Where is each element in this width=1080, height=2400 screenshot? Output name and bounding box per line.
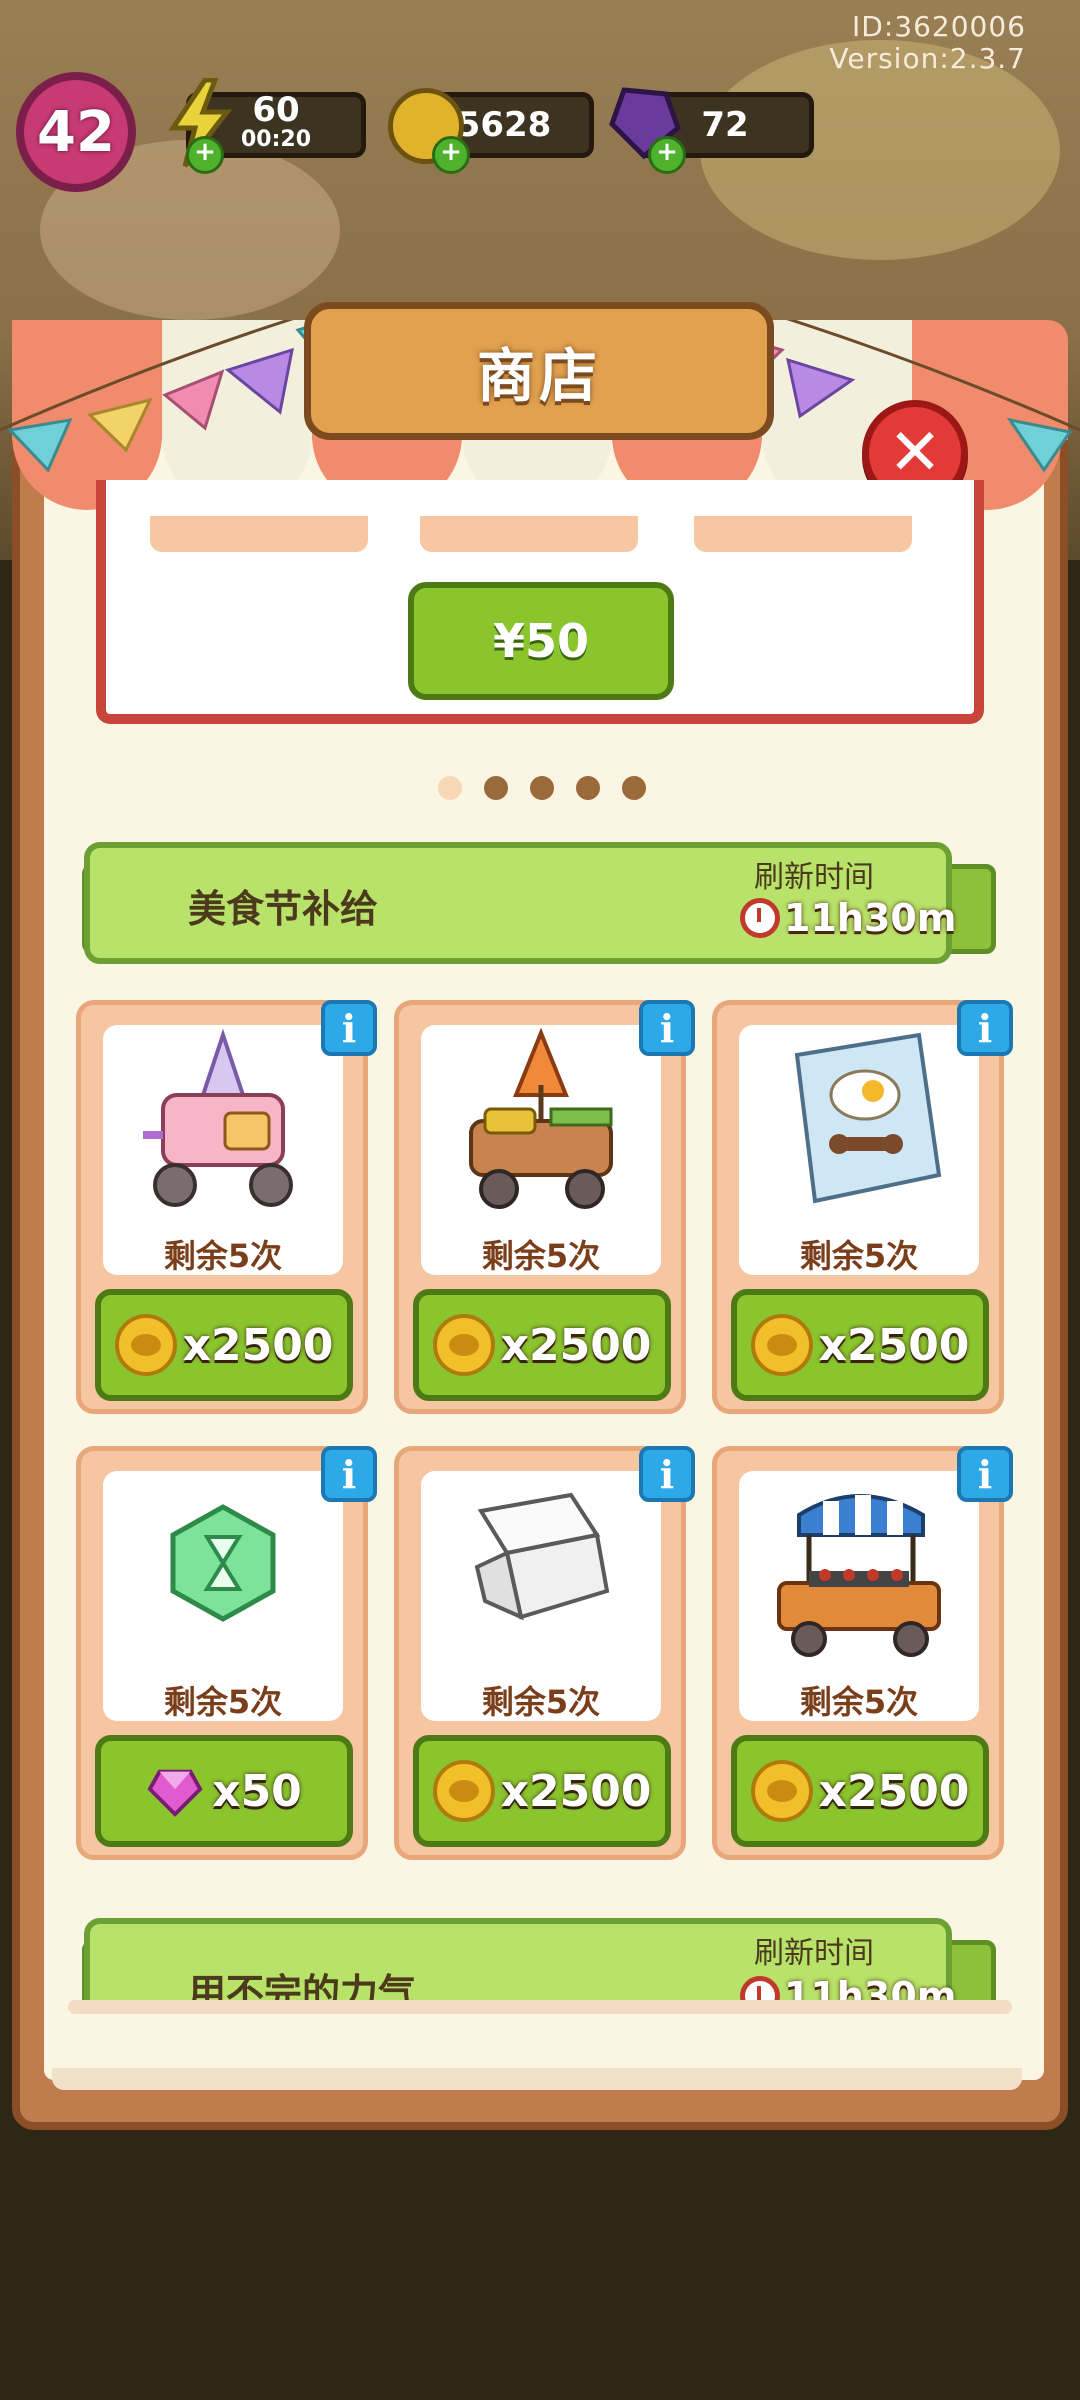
- grill-cart-icon: [469, 1027, 613, 1209]
- panel-bottom-lip: [52, 2068, 1022, 2090]
- buy-button[interactable]: x50: [95, 1735, 353, 1847]
- energy-value: 60: [252, 90, 300, 130]
- price-label: x2500: [182, 1319, 334, 1371]
- remaining-count: 剩余5次: [163, 1237, 283, 1275]
- shop-title: 商店: [476, 342, 601, 410]
- energy-timer: 00:20: [240, 127, 312, 152]
- scroll-edge: [68, 2000, 1012, 2014]
- item-image-frame: 剩余5次: [421, 1025, 661, 1275]
- shop-item-card[interactable]: 剩余5次 i x2500: [712, 1446, 1013, 1860]
- coin-icon: [432, 1760, 495, 1822]
- featured-tab[interactable]: [694, 516, 912, 552]
- pink-gem-icon: [147, 1769, 203, 1817]
- price-label: x2500: [818, 1765, 970, 1817]
- buy-button[interactable]: x2500: [413, 1289, 671, 1401]
- level-badge[interactable]: 42: [16, 72, 136, 192]
- add-energy-button[interactable]: +: [186, 136, 224, 174]
- item-image-frame: 剩余5次: [739, 1025, 979, 1275]
- add-coins-button[interactable]: +: [432, 136, 470, 174]
- ice-cream-cart-icon: [143, 1028, 293, 1207]
- refresh-label: 刷新时间: [754, 1936, 874, 1971]
- carousel-dot[interactable]: [484, 776, 508, 800]
- info-icon[interactable]: i: [957, 1446, 1013, 1502]
- player-id: ID:3620006: [852, 10, 1026, 43]
- bbq-stall-icon: [777, 1494, 941, 1657]
- version-label: Version:2.3.7: [829, 42, 1026, 75]
- recipe-poster-icon: [794, 1032, 942, 1204]
- shop-item-card[interactable]: 剩余5次 i x50: [76, 1446, 377, 1860]
- carousel-dot[interactable]: [438, 776, 462, 800]
- buy-button[interactable]: x2500: [413, 1735, 671, 1847]
- carousel-dot[interactable]: [530, 776, 554, 800]
- remaining-count: 剩余5次: [799, 1237, 919, 1275]
- coin-icon: [432, 1314, 495, 1376]
- shop-item-card[interactable]: 剩余5次 i x2500: [712, 1000, 1013, 1414]
- takeout-box-icon: [474, 1492, 610, 1621]
- coin-icon: [750, 1760, 813, 1822]
- add-gems-button[interactable]: +: [648, 136, 686, 174]
- coin-icon: [114, 1314, 177, 1376]
- refresh-timer: 11h30m: [740, 896, 956, 940]
- section-title: 美食节补给: [188, 887, 379, 931]
- price-label: x2500: [818, 1319, 970, 1371]
- refresh-label: 刷新时间: [754, 860, 874, 895]
- buy-button[interactable]: x2500: [95, 1289, 353, 1401]
- featured-buy-button[interactable]: ¥50: [408, 582, 674, 700]
- shop-item-card[interactable]: 剩余5次 i x2500: [394, 1446, 695, 1860]
- info-icon[interactable]: i: [957, 1000, 1013, 1056]
- remaining-count: 剩余5次: [799, 1683, 919, 1721]
- price-label: x2500: [500, 1319, 652, 1371]
- featured-tab[interactable]: [420, 516, 638, 552]
- remaining-count: 剩余5次: [481, 1237, 601, 1275]
- section-banner-food-festival: 美食节补给 刷新时间 11h30m: [84, 842, 956, 964]
- close-icon: ✕: [888, 416, 942, 490]
- featured-tab[interactable]: [150, 516, 368, 552]
- carousel-dot[interactable]: [576, 776, 600, 800]
- info-icon[interactable]: i: [321, 1000, 377, 1056]
- carousel-dot[interactable]: [622, 776, 646, 800]
- info-icon[interactable]: i: [321, 1446, 377, 1502]
- clock-icon: [740, 898, 780, 938]
- info-icon[interactable]: i: [639, 1446, 695, 1502]
- item-image-frame: 剩余5次: [421, 1471, 661, 1721]
- buy-button[interactable]: x2500: [731, 1735, 989, 1847]
- shop-item-card[interactable]: 剩余5次 i x2500: [394, 1000, 695, 1414]
- item-image-frame: 剩余5次: [103, 1471, 343, 1721]
- info-icon[interactable]: i: [639, 1000, 695, 1056]
- section-viewport-clip: 用不完的力气 刷新时间 11h30m: [0, 1910, 1080, 2006]
- coin-icon: [750, 1314, 813, 1376]
- timer-text: 11h30m: [784, 896, 957, 940]
- item-image-frame: 剩余5次: [103, 1025, 343, 1275]
- remaining-count: 剩余5次: [481, 1683, 601, 1721]
- shop-item-card[interactable]: 剩余5次 i x2500: [76, 1000, 377, 1414]
- section-banner-endless-energy: 用不完的力气 刷新时间 11h30m: [84, 1918, 956, 2006]
- hourglass-hexagon-icon: [170, 1504, 276, 1622]
- remaining-count: 剩余5次: [163, 1683, 283, 1721]
- price-label: x2500: [500, 1765, 652, 1817]
- shop-title-plaque: 商店: [304, 302, 774, 440]
- item-image-frame: 剩余5次: [739, 1471, 979, 1721]
- price-label: x50: [212, 1765, 302, 1817]
- buy-button[interactable]: x2500: [731, 1289, 989, 1401]
